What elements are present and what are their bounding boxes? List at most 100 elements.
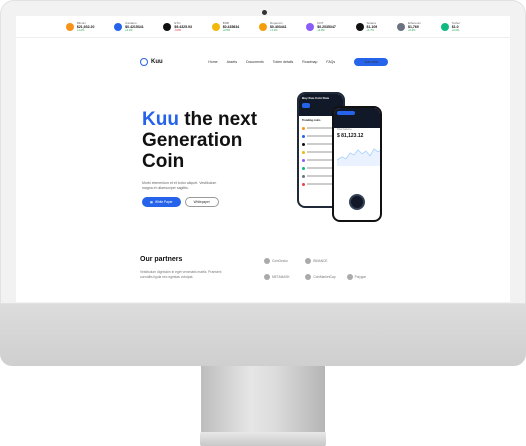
coin-icon <box>302 134 305 138</box>
partner-logo[interactable]: CoinMarketCap <box>305 272 342 281</box>
ticker-item[interactable]: ETH $9.4325.93 -0.8% <box>163 21 192 32</box>
document-icon: ▦ <box>150 200 154 204</box>
row-line <box>307 175 332 177</box>
ticker-item[interactable]: Tether $1.0 +0.0% <box>440 21 460 32</box>
partner-name: CoinMarketCap <box>313 274 336 279</box>
row-line <box>307 127 332 129</box>
tether-icon <box>440 22 449 31</box>
row-line <box>307 151 332 153</box>
nav-item-faqs[interactable]: FAQs <box>326 60 335 64</box>
ticker-item[interactable]: Dogecoin $0.403441 +1.1% <box>258 21 287 32</box>
polygon-icon <box>346 273 353 280</box>
ticker-change: +1.7% <box>366 29 374 32</box>
partners-title: Our partners <box>140 256 183 263</box>
partner-logo[interactable]: METAMASK <box>264 272 301 281</box>
phone-front-tab <box>337 111 355 115</box>
coin-icon <box>302 126 305 130</box>
coin-icon <box>302 142 305 146</box>
partner-logos: CoinGecko BINANCE METAMASK CoinMarketCap Pol… <box>264 256 384 281</box>
hero-title-line2: Generation <box>142 130 243 151</box>
binance-icon <box>211 22 220 31</box>
nav-item-assets[interactable]: Assets <box>227 60 238 64</box>
logo-text: Kuu <box>151 59 163 65</box>
binance-logo-icon <box>305 257 312 264</box>
nav-item-token-details[interactable]: Token details <box>273 60 293 64</box>
ticker-text: Tether $1.0 +0.0% <box>452 21 460 32</box>
ticker-change: -0.8% <box>174 29 182 32</box>
row-line <box>307 167 332 169</box>
balance-value: $ 81,123.12 <box>337 133 364 139</box>
ticker-item[interactable]: Ethereum $1,769 +0.3% <box>397 21 421 32</box>
partner-logo <box>347 256 384 265</box>
hero-title-accent: Kuu <box>142 109 179 130</box>
white-paper-button[interactable]: ▦ White Paper <box>142 197 181 207</box>
partner-logo[interactable]: Polygon <box>346 272 384 281</box>
ticker-text: Cardano $0.4215341 +2.1% <box>125 21 144 32</box>
ticker-change: +0.3% <box>408 29 416 32</box>
price-ticker: Bitcoin $21,932.20 +1.2% Cardano $0.4215341 +… <box>16 16 510 38</box>
phone-back-buy-button <box>302 102 310 108</box>
ticker-item[interactable]: DOT $0.2035347 +0.9% <box>306 21 336 32</box>
phone-back-heading: Buy Kuu Coin Now <box>302 96 329 100</box>
partner-name: Polygon <box>354 274 367 279</box>
monitor-stand-foot <box>200 432 326 446</box>
nav-item-roadmap[interactable]: Roadmap <box>302 60 317 64</box>
ticker-item[interactable]: BNB $0.435634 +0.5% <box>211 21 240 32</box>
hero-title: Kuu the next Generation Coin <box>142 109 302 172</box>
solana-icon <box>355 22 364 31</box>
monitor-chin <box>0 304 526 366</box>
ticker-text: DOT $0.2035347 +0.9% <box>317 21 336 32</box>
coin-icon <box>302 158 305 162</box>
ticker-text: Ethereum $1,769 +0.3% <box>408 21 421 32</box>
ticker-text: ETH $9.4325.93 -0.8% <box>174 21 192 32</box>
metamask-icon <box>264 273 270 280</box>
ticker-change: +1.2% <box>76 29 85 32</box>
partner-logo[interactable]: CoinGecko <box>264 256 301 265</box>
partners-description: Vestibulum dignissim in eget venenatis m… <box>140 270 222 279</box>
partner-name: CoinGecko <box>272 258 288 263</box>
dogecoin-icon <box>258 22 267 31</box>
ticker-item[interactable]: Bitcoin $21,932.20 +1.2% <box>65 21 95 32</box>
hero-title-line1: the next <box>178 109 258 130</box>
action-circle-button <box>349 194 365 210</box>
secondary-button[interactable]: Whitepaper <box>184 197 219 207</box>
brand-logo[interactable]: Kuu <box>140 58 163 66</box>
ticker-item[interactable]: Cardano $0.4215341 +2.1% <box>114 21 144 32</box>
desktop-mockup: Bitcoin $21,932.20 +1.2% Cardano $0.4215341 +… <box>0 0 526 446</box>
white-paper-label: White Paper <box>155 200 173 204</box>
join-now-button[interactable]: Join now <box>354 58 388 66</box>
partner-logo[interactable]: BINANCE <box>305 256 342 265</box>
phone-mockup-front: Total balance $ 81,123.12 <box>332 106 382 222</box>
coinmarketcap-icon <box>305 273 312 280</box>
phone-front-screen: Total balance $ 81,123.12 <box>334 108 380 220</box>
phone-front-header <box>334 108 380 128</box>
ethereum-dark-icon <box>163 22 172 31</box>
nav-item-home[interactable]: Home <box>208 60 217 64</box>
ticker-change: +2.1% <box>125 29 133 32</box>
nav-menu: Home Assets Documents Token details Road… <box>208 58 388 66</box>
camera-icon <box>262 10 267 15</box>
coin-icon <box>302 174 305 178</box>
partner-name: METAMASK <box>272 274 290 279</box>
row-line <box>307 143 332 145</box>
ticker-change: +0.0% <box>451 29 460 32</box>
ticker-item[interactable]: Solana $1.109 +1.7% <box>355 21 377 32</box>
ticker-text: Bitcoin $21,932.20 +1.2% <box>77 21 95 32</box>
coingecko-icon <box>264 257 270 264</box>
coin-icon <box>302 182 305 186</box>
ticker-change: +0.5% <box>222 29 231 32</box>
ticker-change: +0.9% <box>317 29 325 32</box>
ticker-text: BNB $0.435634 +0.5% <box>223 21 240 32</box>
coin-icon <box>302 166 305 170</box>
hero-description: Morbi elementum et et tortor aliquet. Ve… <box>142 181 217 190</box>
nav-item-documents[interactable]: Documents <box>246 60 264 64</box>
hero-title-line3: Coin <box>142 151 185 172</box>
ethereum-icon <box>397 22 405 31</box>
top-nav: Kuu Home Assets Documents Token details … <box>140 56 388 68</box>
cardano-icon <box>114 22 123 31</box>
hero-buttons: ▦ White Paper Whitepaper <box>142 197 219 207</box>
ticker-change: +1.1% <box>269 29 278 32</box>
row-line <box>307 135 332 137</box>
bitcoin-icon <box>65 22 74 31</box>
balance-chart <box>336 148 380 166</box>
